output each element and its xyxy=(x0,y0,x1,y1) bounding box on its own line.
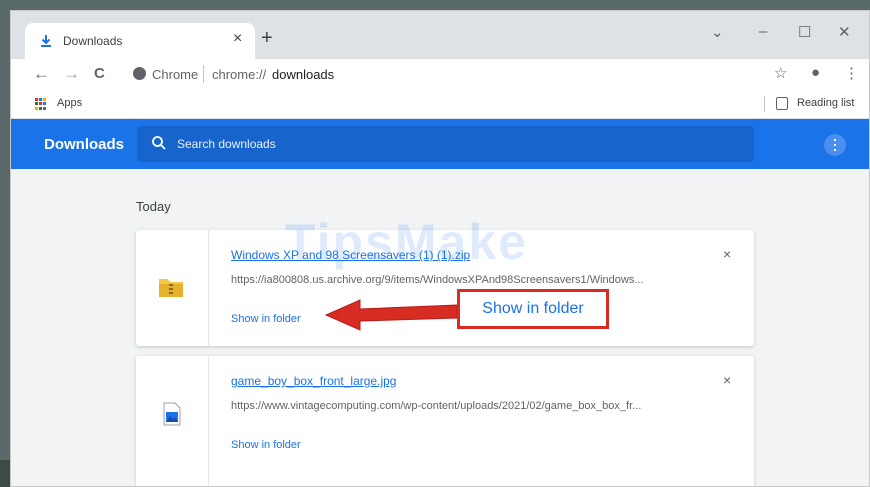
show-in-folder-link[interactable]: Show in folder xyxy=(231,439,301,451)
download-item: game_boy_box_front_large.jpg https://www… xyxy=(136,356,754,486)
reading-list-icon[interactable] xyxy=(776,97,788,110)
download-icon xyxy=(41,35,51,47)
file-source-url[interactable]: https://www.vintagecomputing.com/wp-cont… xyxy=(231,400,701,412)
url-host: downloads xyxy=(272,67,335,82)
forward-button[interactable]: → xyxy=(63,64,80,84)
file-name-link[interactable]: game_boy_box_front_large.jpg xyxy=(231,374,396,388)
minimize-button[interactable]: – xyxy=(759,23,767,40)
callout-label: Show in folder xyxy=(482,300,584,317)
page-chip: Chrome xyxy=(152,67,199,82)
address-bar[interactable]: Chrome chrome:// downloads xyxy=(125,61,785,87)
apps-grid-icon[interactable] xyxy=(35,98,47,110)
remove-download-button[interactable]: × xyxy=(723,246,731,262)
tab-title: Downloads xyxy=(63,34,123,48)
reading-list-button[interactable]: Reading list xyxy=(797,97,854,109)
new-tab-button[interactable]: + xyxy=(261,27,273,50)
file-source-url[interactable]: https://ia800808.us.archive.org/9/items/… xyxy=(231,274,701,286)
remove-download-button[interactable]: × xyxy=(723,372,731,388)
search-input[interactable] xyxy=(177,135,677,153)
tab-strip: Downloads × + ⌄ – ☐ ✕ xyxy=(11,11,869,59)
bookmarks-divider xyxy=(764,96,765,112)
zip-folder-icon xyxy=(159,279,183,297)
maximize-button[interactable]: ☐ xyxy=(798,23,811,41)
omnibox-divider xyxy=(203,65,204,83)
chrome-icon xyxy=(133,67,146,80)
show-in-folder-link[interactable]: Show in folder xyxy=(231,313,301,325)
search-box[interactable] xyxy=(137,126,754,162)
apps-shortcut[interactable]: Apps xyxy=(57,97,82,109)
file-icon-area xyxy=(136,230,209,346)
desktop-edge xyxy=(0,460,10,487)
bookmark-star-icon[interactable]: ☆ xyxy=(774,64,787,82)
close-window-button[interactable]: ✕ xyxy=(838,23,851,41)
tab-search-button[interactable]: ⌄ xyxy=(711,23,724,41)
back-button[interactable]: ← xyxy=(33,64,50,84)
tab-close-button[interactable]: × xyxy=(233,30,242,48)
browser-window: Downloads × + ⌄ – ☐ ✕ ← → C Chrome chrom… xyxy=(10,10,870,487)
more-actions-icon[interactable] xyxy=(824,134,846,156)
bookmarks-bar: Apps Reading list xyxy=(11,89,869,119)
tab-downloads[interactable]: Downloads × xyxy=(25,23,255,59)
reload-button[interactable]: C xyxy=(94,65,105,82)
image-file-icon xyxy=(163,402,181,426)
date-heading: Today xyxy=(136,199,171,214)
file-name-link[interactable]: Windows XP and 98 Screensavers (1) (1).z… xyxy=(231,248,470,262)
profile-icon[interactable]: ● xyxy=(811,64,820,81)
show-in-folder-callout: Show in folder xyxy=(457,289,609,329)
page-title: Downloads xyxy=(44,136,125,153)
toolbar: ← → C Chrome chrome:// downloads ☆ ● ⋮ xyxy=(11,59,869,89)
downloads-list: Today Windows XP and 98 Screensavers (1)… xyxy=(11,169,869,486)
downloads-header: Downloads xyxy=(11,119,869,169)
url-scheme: chrome:// xyxy=(212,67,267,82)
file-icon-area xyxy=(136,356,209,486)
download-item: Windows XP and 98 Screensavers (1) (1).z… xyxy=(136,230,754,346)
browser-menu-icon[interactable]: ⋮ xyxy=(844,64,859,82)
search-icon xyxy=(152,136,166,150)
